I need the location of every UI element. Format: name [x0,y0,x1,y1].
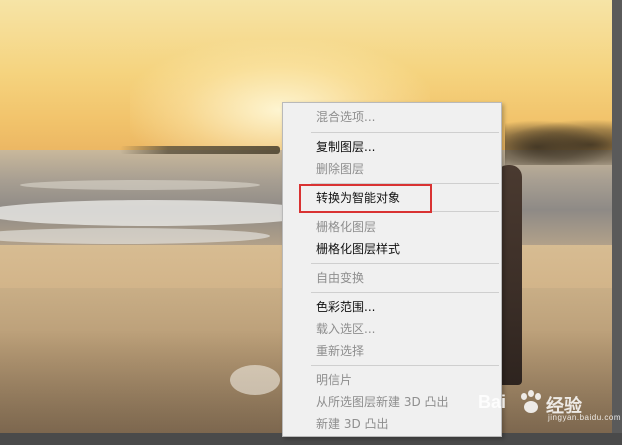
photo-wave [20,180,260,190]
menu-item-duplicate-layer[interactable]: 复制图层... [316,139,375,155]
paw-logo-icon [519,390,543,414]
photo-palm-trees [505,120,612,165]
menu-item-postcard[interactable]: 明信片 [316,372,352,388]
menu-item-reselect[interactable]: 重新选择 [316,343,364,359]
menu-separator [311,365,499,366]
menu-item-free-transform[interactable]: 自由变换 [316,270,364,286]
context-menu: 混合选项... 复制图层... 删除图层 转换为智能对象 栅格化图层 栅格化图层… [282,102,502,437]
menu-item-load-selection[interactable]: 载入选区... [316,321,375,337]
menu-item-new-3d-extrusion[interactable]: 新建 3D 凸出 [316,416,389,432]
highlight-annotation-box [299,184,432,213]
baidu-jingyan-watermark: Bai 经验 jingyan.baidu.com [478,388,620,422]
menu-item-delete-layer[interactable]: 删除图层 [316,161,364,177]
watermark-brand-left: Bai [478,392,507,412]
watermark-url: jingyan.baidu.com [548,413,621,422]
menu-separator [311,292,499,293]
photo-blur-spot [230,365,280,395]
menu-item-rasterize-layer[interactable]: 栅格化图层 [316,219,376,235]
menu-item-blending-options[interactable]: 混合选项... [316,109,375,125]
menu-item-new-3d-extrusion-from-selected-layer[interactable]: 从所选图层新建 3D 凸出 [316,394,449,410]
photo-treeline [120,146,280,154]
menu-item-color-range[interactable]: 色彩范围... [316,299,375,315]
menu-separator [311,132,499,133]
menu-separator [311,263,499,264]
scrollbar-track[interactable] [612,0,622,445]
menu-item-rasterize-layer-style[interactable]: 栅格化图层样式 [316,241,400,257]
